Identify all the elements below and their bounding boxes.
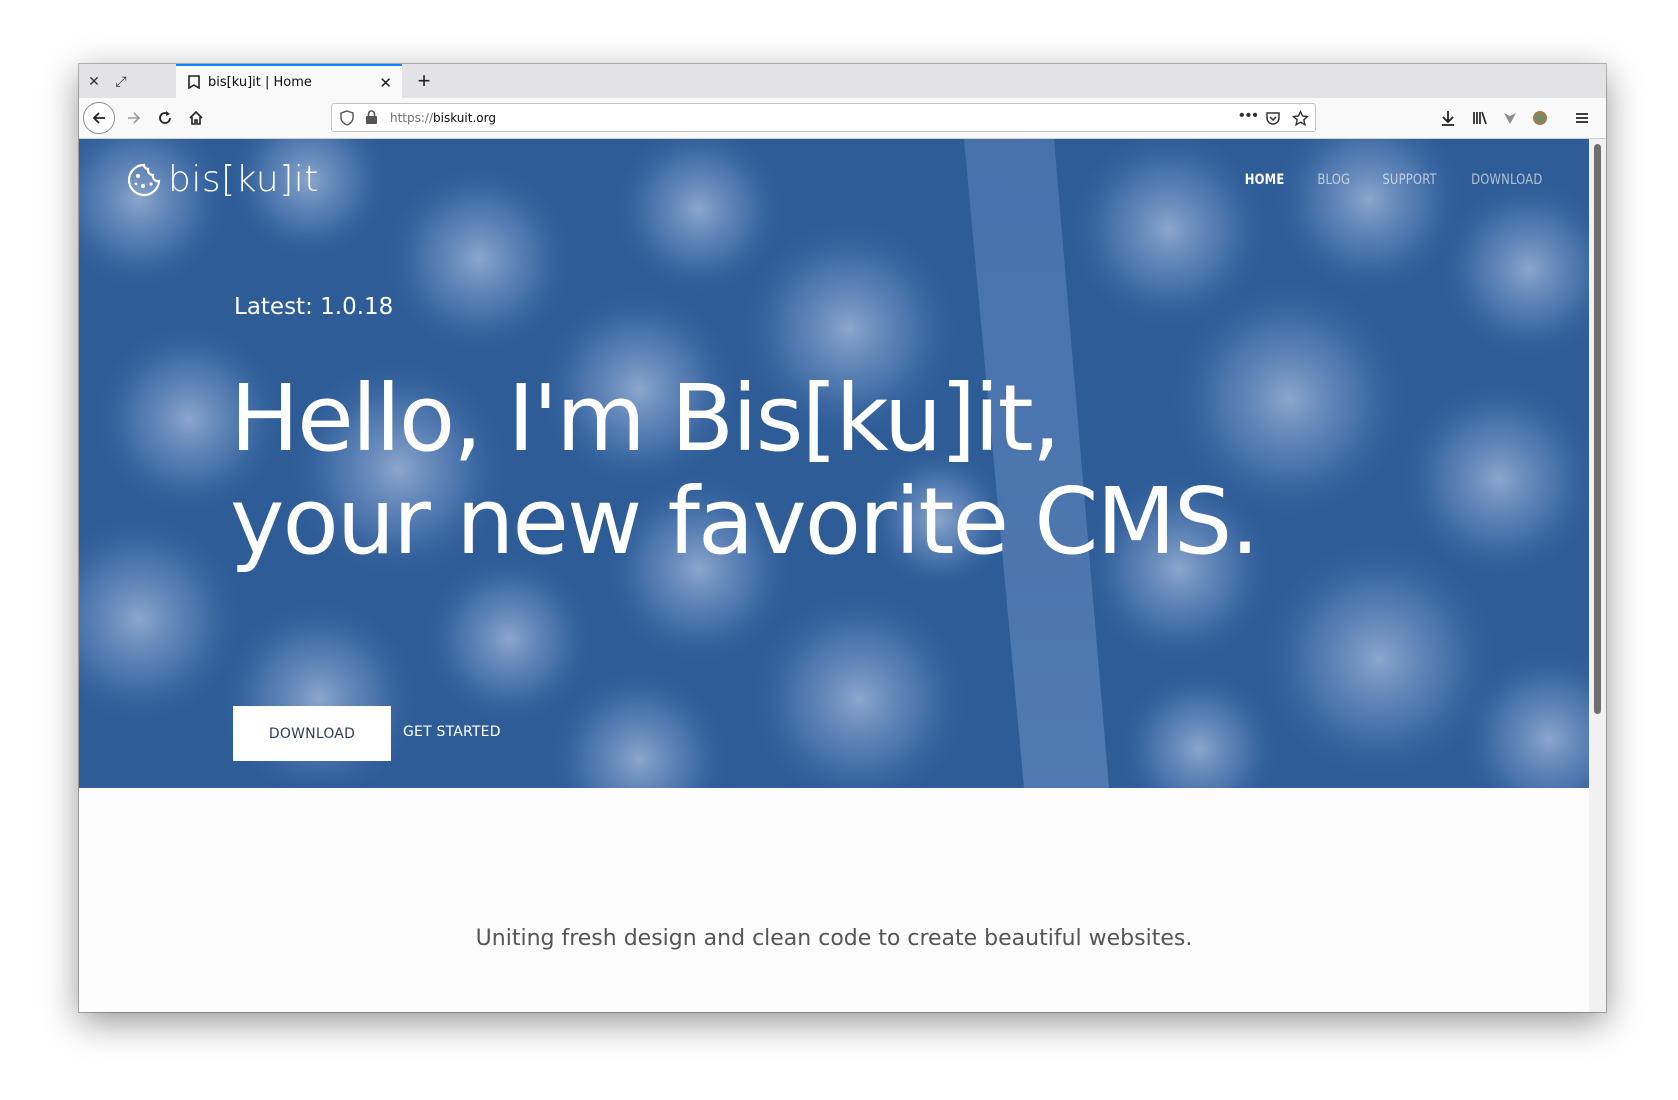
close-icon[interactable]: ✕ <box>79 64 109 98</box>
page-icon <box>188 75 200 89</box>
logo-text: bis[ku]it <box>168 159 319 200</box>
url-host: biskuit.org <box>433 111 496 125</box>
forward-icon[interactable] <box>119 103 149 133</box>
nav-home[interactable]: HOME <box>1245 172 1285 188</box>
download-button[interactable]: DOWNLOAD <box>233 706 391 761</box>
latest-version: Latest: 1.0.18 <box>234 294 394 320</box>
tab-title: bis[ku]it | Home <box>208 74 312 90</box>
tab-strip: ✕ ⤢ bis[ku]it | Home ✕ + <box>79 64 1606 99</box>
tab-close-icon[interactable]: ✕ <box>379 74 392 92</box>
tab-home[interactable]: bis[ku]it | Home ✕ <box>176 64 402 98</box>
pocket-icon[interactable] <box>1265 110 1281 126</box>
library-icon[interactable] <box>1465 103 1495 133</box>
site-logo[interactable]: bis[ku]it <box>126 159 319 200</box>
profile-icon[interactable] <box>1525 103 1555 133</box>
shield-icon[interactable] <box>340 110 354 126</box>
biscuit-logo-icon <box>127 163 161 196</box>
scrollbar[interactable] <box>1589 139 1606 1012</box>
home-icon[interactable] <box>181 103 211 133</box>
hero-headline: Hello, I'm Bis[ku]it, your new favorite … <box>230 365 1260 575</box>
site-navigation: HOME BLOG SUPPORT DOWNLOAD <box>1214 172 1546 188</box>
headline-line-1: Hello, I'm Bis[ku]it, <box>230 365 1061 472</box>
reload-icon[interactable] <box>150 103 180 133</box>
menu-icon[interactable] <box>1567 103 1597 133</box>
download-icon[interactable] <box>1433 103 1463 133</box>
new-tab-icon[interactable]: + <box>409 64 439 98</box>
nav-toolbar: https://biskuit.org ••• <box>79 98 1606 139</box>
page-content: bis[ku]it HOME BLOG SUPPORT DOWNLOAD Lat… <box>79 139 1606 1012</box>
lock-icon[interactable] <box>365 110 378 125</box>
url-bar[interactable]: https://biskuit.org ••• <box>331 103 1316 132</box>
bookmark-star-icon[interactable] <box>1292 110 1309 127</box>
url-scheme: https:// <box>390 111 434 125</box>
more-icon[interactable]: ••• <box>1239 107 1259 125</box>
nav-blog[interactable]: BLOG <box>1317 172 1350 188</box>
back-icon[interactable] <box>83 102 115 134</box>
url-text[interactable]: https://biskuit.org <box>390 111 496 125</box>
extension-icon[interactable] <box>1495 103 1525 133</box>
tagline: Uniting fresh design and clean code to c… <box>475 926 1193 951</box>
headline-line-2: your new favorite CMS. <box>230 468 1260 575</box>
scrollbar-thumb[interactable] <box>1594 144 1601 714</box>
hero-section: bis[ku]it HOME BLOG SUPPORT DOWNLOAD Lat… <box>79 139 1589 788</box>
get-started-link[interactable]: GET STARTED <box>403 724 501 740</box>
browser-window: ✕ ⤢ bis[ku]it | Home ✕ + https://biskuit… <box>79 64 1606 1012</box>
nav-download[interactable]: DOWNLOAD <box>1472 172 1543 188</box>
restore-icon[interactable]: ⤢ <box>106 64 136 98</box>
nav-support[interactable]: SUPPORT <box>1383 172 1437 188</box>
